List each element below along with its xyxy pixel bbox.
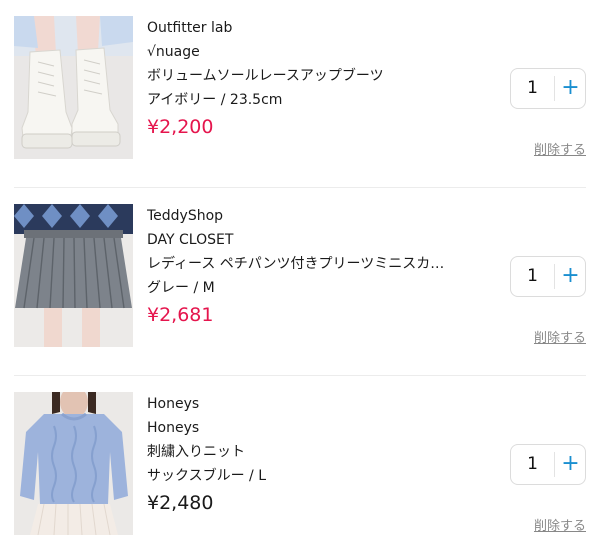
product-info: Outfitter lab √nuage ボリュームソールレースアップブーツ ア…: [147, 16, 492, 141]
product-info: Honeys Honeys 刺繍入りニット サックスブルー / L ¥2,480: [147, 392, 492, 517]
increase-quantity-button[interactable]: +: [555, 257, 586, 296]
white-lace-up-boots-photo: [14, 16, 133, 159]
brand-name[interactable]: √nuage: [147, 40, 492, 64]
shop-name[interactable]: Honeys: [147, 392, 492, 416]
product-variant: グレー / M: [147, 280, 215, 296]
delete-item-link[interactable]: 削除する: [534, 515, 586, 534]
product-thumbnail-skirt[interactable]: [14, 204, 133, 347]
cart-item-list: Outfitter lab √nuage ボリュームソールレースアップブーツ ア…: [0, 0, 600, 557]
product-price: ¥2,200: [147, 116, 214, 138]
increase-quantity-button[interactable]: +: [555, 69, 586, 108]
product-name[interactable]: 刺繍入りニット: [147, 440, 492, 464]
quantity-stepper: 1 +: [510, 256, 586, 297]
product-name[interactable]: レディース ペチパンツ付きプリーツミニスカ…: [147, 252, 492, 276]
product-price: ¥2,480: [147, 492, 214, 514]
gray-pleated-skirt-photo: [14, 204, 133, 347]
product-variant: アイボリー / 23.5cm: [147, 92, 283, 108]
quantity-value[interactable]: 1: [511, 445, 554, 484]
quantity-stepper: 1 +: [510, 68, 586, 109]
increase-quantity-button[interactable]: +: [555, 445, 586, 484]
product-name[interactable]: ボリュームソールレースアップブーツ: [147, 64, 492, 88]
product-variant: サックスブルー / L: [147, 468, 266, 484]
brand-name[interactable]: Honeys: [147, 416, 492, 440]
shop-name[interactable]: Outfitter lab: [147, 16, 492, 40]
blue-cable-knit-sweater-photo: [14, 392, 133, 535]
product-thumbnail-knit[interactable]: [14, 392, 133, 535]
cart-item: Outfitter lab √nuage ボリュームソールレースアップブーツ ア…: [0, 0, 600, 188]
brand-name[interactable]: DAY CLOSET: [147, 228, 492, 252]
delete-item-link[interactable]: 削除する: [534, 327, 586, 346]
cart-item: Honeys Honeys 刺繍入りニット サックスブルー / L ¥2,480…: [0, 376, 600, 557]
delete-item-link[interactable]: 削除する: [534, 139, 586, 158]
quantity-stepper: 1 +: [510, 444, 586, 485]
cart-item: TeddyShop DAY CLOSET レディース ペチパンツ付きプリーツミニ…: [0, 188, 600, 376]
product-thumbnail-boots[interactable]: [14, 16, 133, 159]
quantity-value[interactable]: 1: [511, 257, 554, 296]
product-info: TeddyShop DAY CLOSET レディース ペチパンツ付きプリーツミニ…: [147, 204, 492, 329]
product-price: ¥2,681: [147, 304, 214, 326]
shop-name[interactable]: TeddyShop: [147, 204, 492, 228]
quantity-value[interactable]: 1: [511, 69, 554, 108]
